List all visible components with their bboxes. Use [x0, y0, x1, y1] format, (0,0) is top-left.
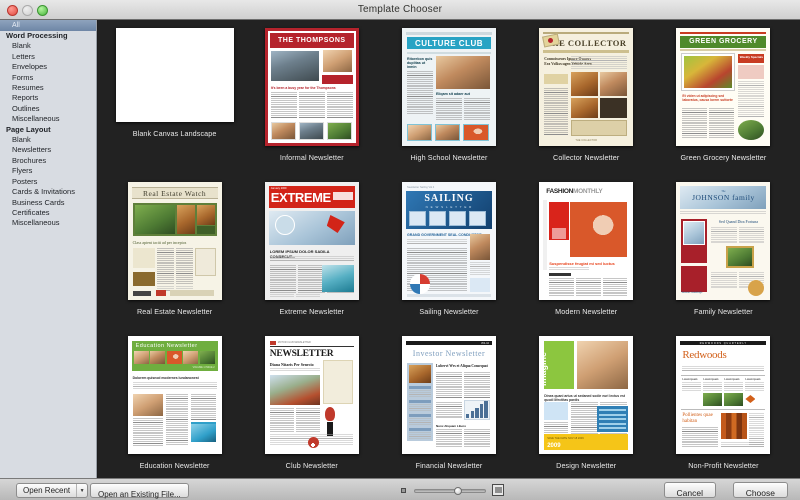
template-item-blank-canvas-landscape[interactable]: Blank Canvas Landscape: [106, 26, 243, 180]
template-item-real-estate-newsletter[interactable]: Real Estate Watch Class aptent taciti ad…: [106, 180, 243, 334]
template-grid: Blank Canvas Landscape THE THOMPSONS It'…: [98, 20, 800, 478]
large-thumbnail-icon[interactable]: [492, 484, 504, 496]
template-thumbnail-collector-newsletter[interactable]: THE COLLECTOR Connoisseurs Ignore Owners…: [539, 28, 634, 146]
sidebar-item-flyers[interactable]: Flyers: [0, 166, 96, 176]
template-label-extreme-newsletter: Extreme Newsletter: [279, 307, 345, 316]
template-thumbnail-informal-newsletter[interactable]: THE THOMPSONS It's been a busy year for …: [264, 28, 359, 146]
open-existing-file-label: Open an Existing File...: [98, 490, 181, 499]
template-thumbnail-extreme-newsletter[interactable]: January 2009 EXTREME LOREM IPSUM DOLOR S…: [264, 182, 359, 300]
template-label-family-newsletter: Family Newsletter: [693, 307, 753, 316]
small-thumbnail-icon[interactable]: [398, 485, 408, 495]
template-label-sailing-newsletter: Sailing Newsletter: [419, 307, 479, 316]
sidebar-list: Word Processing Blank Letters Envelopes Form…: [0, 31, 96, 229]
template-thumbnail-non-profit-newsletter[interactable]: REDWOODS QUARTERLY Redwoods Lorem ipsum …: [676, 336, 771, 454]
sidebar-item-posters[interactable]: Posters: [0, 177, 96, 187]
template-grid-area[interactable]: Blank Canvas Landscape THE THOMPSONS It'…: [98, 20, 800, 478]
template-thumbnail-modern-newsletter[interactable]: FASHIONMONTHLY Suspendisse feugiat mi se…: [539, 182, 634, 300]
template-thumbnail-financial-newsletter[interactable]: VOL 10 Investor Newsletter Lubervi Wrs e…: [401, 336, 496, 454]
slider-knob[interactable]: [454, 487, 463, 495]
template-thumbnail-design-newsletter[interactable]: imagine Dinea quani artus ut sedaned sod…: [539, 336, 634, 454]
sidebar-item-all[interactable]: All: [0, 20, 96, 31]
template-thumbnail-blank-canvas-landscape[interactable]: [115, 28, 234, 122]
open-existing-file-button[interactable]: Open an Existing File...: [90, 483, 189, 499]
minimize-button[interactable]: [22, 5, 33, 16]
template-label-non-profit-newsletter: Non-Profit Newsletter: [688, 461, 759, 470]
template-label-real-estate-newsletter: Real Estate Newsletter: [136, 307, 213, 316]
sidebar-item-newsletters[interactable]: Newsletters: [0, 145, 96, 155]
sidebar-item-blank[interactable]: Blank: [0, 41, 96, 51]
sidebar-item-envelopes[interactable]: Envelopes: [0, 62, 96, 72]
sidebar-group-word-processing: Word Processing: [6, 31, 68, 40]
template-thumbnail-green-grocery-newsletter[interactable]: GREEN GROCERY Weekly Specials Et viden u…: [676, 28, 771, 146]
sidebar-item-reports[interactable]: Reports: [0, 93, 96, 103]
template-thumbnail-sailing-newsletter[interactable]: Newsletter Sailing Vol 4 SAILING N E W S…: [401, 182, 496, 300]
template-item-extreme-newsletter[interactable]: January 2009 EXTREME LOREM IPSUM DOLOR S…: [243, 180, 380, 334]
sidebar-item-miscellaneous[interactable]: Miscellaneous: [0, 114, 96, 124]
window-titlebar: Template Chooser: [0, 0, 800, 20]
bottom-toolbar: Open Recent ▼ Open an Existing File... C…: [0, 478, 800, 500]
template-thumbnail-high-school-newsletter[interactable]: CULTURE CLUB Ritorebon quis duplitas ut …: [401, 28, 496, 146]
sidebar-group-page-layout: Page Layout: [6, 124, 51, 134]
sidebar-item-brochures[interactable]: Brochures: [0, 156, 96, 166]
sidebar-item-forms[interactable]: Forms: [0, 73, 96, 83]
template-label-high-school-newsletter: High School Newsletter: [410, 153, 488, 162]
template-item-design-newsletter[interactable]: imagine Dinea quani artus ut sedaned sod…: [518, 334, 655, 478]
sidebar-item-miscellaneous[interactable]: Miscellaneous: [0, 218, 96, 228]
template-label-modern-newsletter: Modern Newsletter: [555, 307, 618, 316]
template-item-club-newsletter[interactable]: MOTOR CLUB NEWSLETTER NEWSLETTER Diana N…: [243, 334, 380, 478]
chevron-down-icon[interactable]: ▼: [76, 484, 87, 497]
template-label-club-newsletter: Club Newsletter: [285, 461, 338, 470]
template-label-education-newsletter: Education Newsletter: [139, 461, 210, 470]
template-label-blank-canvas-landscape: Blank Canvas Landscape: [132, 129, 217, 138]
sidebar-item-cards-invitations[interactable]: Cards & Invitations: [0, 187, 96, 197]
thumbnail-size-slider[interactable]: [414, 487, 486, 495]
zoom-button[interactable]: [37, 5, 48, 16]
template-item-collector-newsletter[interactable]: THE COLLECTOR Connoisseurs Ignore Owners…: [518, 26, 655, 180]
window-title: Template Chooser: [357, 4, 443, 15]
sidebar-item-business-cards[interactable]: Business Cards: [0, 198, 96, 208]
window-controls: [7, 5, 48, 16]
template-thumbnail-education-newsletter[interactable]: Education Newsletter VOLUME 1 ISSUE 2 Do…: [127, 336, 222, 454]
template-item-non-profit-newsletter[interactable]: REDWOODS QUARTERLY Redwoods Lorem ipsum …: [655, 334, 792, 478]
template-item-family-newsletter[interactable]: The JOHNSON family Sed Quand Dira Fortun…: [655, 180, 792, 334]
template-thumbnail-club-newsletter[interactable]: MOTOR CLUB NEWSLETTER NEWSLETTER Diana N…: [264, 336, 359, 454]
template-item-green-grocery-newsletter[interactable]: GREEN GROCERY Weekly Specials Et viden u…: [655, 26, 792, 180]
template-item-informal-newsletter[interactable]: THE THOMPSONS It's been a busy year for …: [243, 26, 380, 180]
template-thumbnail-real-estate-newsletter[interactable]: Real Estate Watch Class aptent taciti ad…: [127, 182, 222, 300]
template-item-education-newsletter[interactable]: Education Newsletter VOLUME 1 ISSUE 2 Do…: [106, 334, 243, 478]
template-chooser-window: Template Chooser All Word Processing Blan…: [0, 0, 800, 500]
template-label-financial-newsletter: Financial Newsletter: [415, 461, 483, 470]
sidebar-item-outlines[interactable]: Outlines: [0, 104, 96, 114]
sidebar-item-blank[interactable]: Blank: [0, 135, 96, 145]
open-recent-button[interactable]: Open Recent ▼: [16, 483, 89, 498]
close-button[interactable]: [7, 5, 18, 16]
template-label-collector-newsletter: Collector Newsletter: [553, 153, 620, 162]
template-item-modern-newsletter[interactable]: FASHIONMONTHLY Suspendisse feugiat mi se…: [518, 180, 655, 334]
template-item-financial-newsletter[interactable]: VOL 10 Investor Newsletter Lubervi Wrs e…: [380, 334, 517, 478]
template-item-high-school-newsletter[interactable]: CULTURE CLUB Ritorebon quis duplitas ut …: [380, 26, 517, 180]
choose-button[interactable]: Choose: [732, 482, 788, 498]
open-recent-label: Open Recent: [23, 486, 71, 495]
template-thumbnail-family-newsletter[interactable]: The JOHNSON family Sed Quand Dira Fortun…: [676, 182, 771, 300]
template-label-informal-newsletter: Informal Newsletter: [279, 153, 344, 162]
cancel-label: Cancel: [676, 488, 703, 498]
template-label-green-grocery-newsletter: Green Grocery Newsletter: [680, 153, 767, 162]
sidebar-item-certificates[interactable]: Certificates: [0, 208, 96, 218]
sidebar-item-letters[interactable]: Letters: [0, 52, 96, 62]
choose-label: Choose: [745, 488, 775, 498]
template-item-sailing-newsletter[interactable]: Newsletter Sailing Vol 4 SAILING N E W S…: [380, 180, 517, 334]
cancel-button[interactable]: Cancel: [663, 482, 716, 498]
template-label-design-newsletter: Design Newsletter: [556, 461, 617, 470]
sidebar-item-resumes[interactable]: Resumes: [0, 83, 96, 93]
category-sidebar[interactable]: All Word Processing Blank Letters Envelopes…: [0, 20, 97, 478]
